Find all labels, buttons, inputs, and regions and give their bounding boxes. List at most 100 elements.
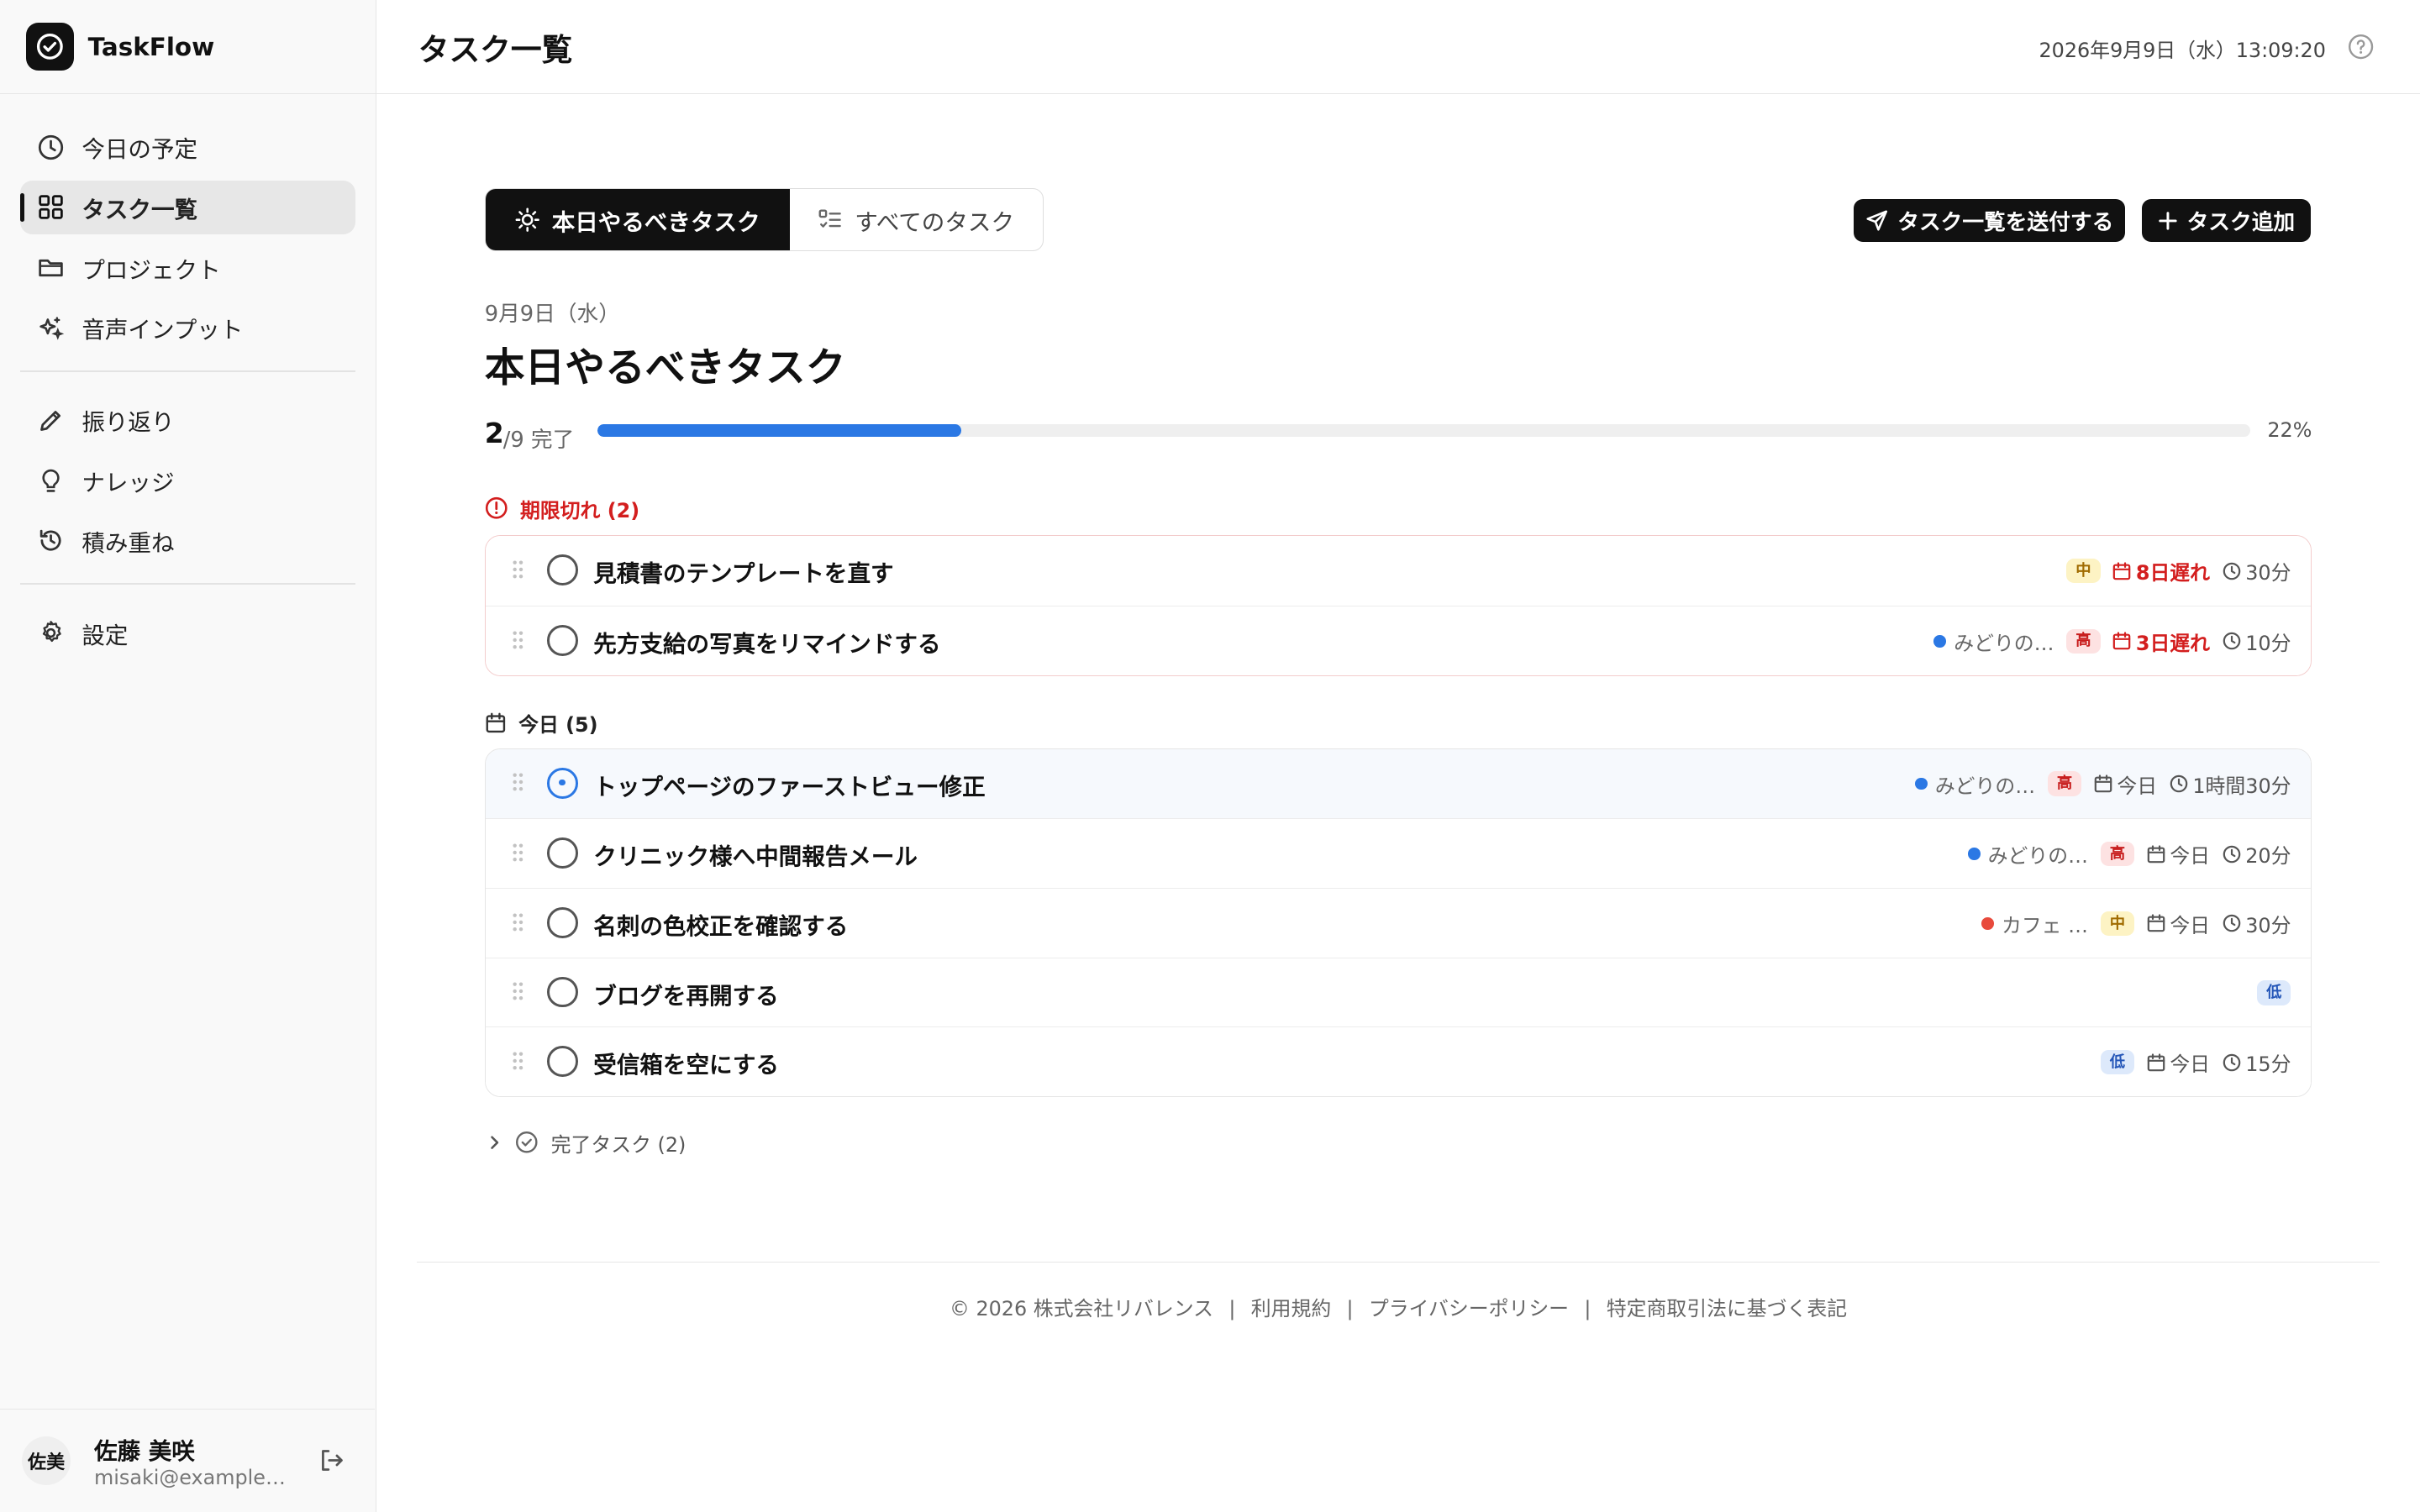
- sidebar-item-label: ナレッジ: [82, 470, 175, 497]
- sidebar-item-review[interactable]: 振り返り: [20, 393, 355, 447]
- calendar-icon: [486, 712, 505, 732]
- task-row[interactable]: 先方支給の写真をリマインドする みどりの… 高 3日遅れ 10分: [485, 605, 2312, 675]
- due-date: 今日: [2147, 909, 2210, 938]
- project-name: みどりの…: [1934, 774, 2036, 798]
- calendar-icon: [2113, 632, 2131, 650]
- commercial-law-link[interactable]: 特定商取引法に基づく表記: [1607, 1297, 1847, 1320]
- task-checkbox[interactable]: [547, 907, 578, 938]
- priority-badge: 高: [2100, 842, 2135, 867]
- priority-badge: 中: [2066, 558, 2101, 584]
- footer: © 2026 株式会社リバレンス | 利用規約 | プライバシーポリシー | 特定商取引法に…: [416, 1262, 2381, 1320]
- drag-handle-icon[interactable]: [512, 772, 524, 792]
- due-date: 8日遅れ: [2112, 556, 2210, 585]
- history-icon: [39, 529, 61, 551]
- footer-separator: |: [1584, 1297, 1591, 1321]
- task-checkbox[interactable]: [547, 554, 578, 586]
- avatar[interactable]: 佐美: [21, 1436, 71, 1486]
- completed-tasks-toggle[interactable]: 完了タスク (2): [487, 1128, 686, 1158]
- project-tag: みどりの…: [1933, 627, 2054, 656]
- task-checkbox[interactable]: [547, 976, 578, 1008]
- project-name: カフェ …: [2001, 913, 2088, 937]
- task-checkbox[interactable]: [547, 837, 578, 869]
- send-icon: [1866, 210, 1887, 231]
- project-color-dot: [1914, 777, 1928, 790]
- sidebar-item-label: プロジェクト: [82, 256, 221, 284]
- drag-handle-icon[interactable]: [512, 630, 524, 650]
- logout-icon[interactable]: [318, 1446, 345, 1474]
- task-title[interactable]: 名刺の色校正を確認する: [593, 907, 848, 941]
- progress-done-count: 2: [484, 416, 504, 449]
- sun-icon: [515, 207, 539, 232]
- page-title: タスク一覧: [418, 31, 573, 68]
- priority-badge: 低: [2100, 1049, 2135, 1075]
- task-row[interactable]: ブログを再開する 低: [485, 957, 2312, 1027]
- today-section-header: 今日 (5): [485, 708, 598, 738]
- divider: [19, 370, 356, 372]
- sidebar-item-label: 今日の予定: [82, 136, 198, 164]
- overdue-section-header: 期限切れ (2): [485, 494, 639, 523]
- brand[interactable]: TaskFlow: [0, 0, 376, 95]
- datetime: 2026年9月9日（水）13:09:20: [2039, 39, 2326, 63]
- sidebar-item-voice[interactable]: 音声インプット: [20, 301, 355, 354]
- task-checkbox[interactable]: [547, 624, 578, 656]
- drag-handle-icon[interactable]: [512, 559, 524, 580]
- lightbulb-icon: [42, 469, 60, 492]
- task-row[interactable]: 名刺の色校正を確認する カフェ … 中 今日 30分: [485, 888, 2312, 958]
- task-title[interactable]: 先方支給の写真をリマインドする: [593, 625, 940, 659]
- project-color-dot: [1967, 848, 1981, 861]
- task-row[interactable]: 見積書のテンプレートを直す 中 8日遅れ 30分: [485, 536, 2312, 606]
- project-tag: みどりの…: [1967, 839, 2088, 869]
- terms-link[interactable]: 利用規約: [1251, 1297, 1331, 1320]
- duration-label: 10分: [2245, 631, 2291, 655]
- privacy-link[interactable]: プライバシーポリシー: [1369, 1297, 1569, 1320]
- clock-icon: [2223, 562, 2241, 580]
- send-task-list-button[interactable]: タスク一覧を送付する: [1853, 198, 2126, 243]
- help-icon[interactable]: [2348, 34, 2374, 60]
- task-row[interactable]: クリニック様へ中間報告メール みどりの… 高 今日 20分: [485, 818, 2312, 889]
- project-name: みどりの…: [1954, 631, 2054, 655]
- drag-handle-icon[interactable]: [512, 912, 524, 932]
- sidebar-item-knowledge[interactable]: ナレッジ: [20, 454, 355, 507]
- section-title: 本日やるべきタスク: [484, 344, 846, 391]
- duration: 30分: [2223, 556, 2291, 585]
- tab-all-tasks[interactable]: すべてのタスク: [790, 189, 1043, 250]
- drag-handle-icon[interactable]: [512, 1051, 524, 1071]
- clock-icon: [39, 134, 64, 160]
- duration-label: 30分: [2245, 913, 2291, 937]
- duration-label: 20分: [2245, 844, 2291, 869]
- task-checkbox[interactable]: [547, 1046, 578, 1078]
- task-title[interactable]: トップページのファーストビュー修正: [593, 768, 985, 801]
- check-circle-icon: [516, 1131, 538, 1153]
- sidebar-item-label: タスク一覧: [82, 197, 198, 224]
- sidebar-item-settings[interactable]: 設定: [20, 606, 355, 660]
- drag-handle-icon[interactable]: [512, 843, 524, 863]
- sidebar-item-label: 積み重ね: [82, 529, 175, 557]
- task-title[interactable]: ブログを再開する: [593, 977, 778, 1011]
- sidebar-item-accumulation[interactable]: 積み重ね: [20, 514, 355, 568]
- section-date: 9月9日（水）: [484, 301, 620, 327]
- task-title[interactable]: クリニック様へ中間報告メール: [593, 837, 918, 871]
- drag-handle-icon[interactable]: [512, 981, 524, 1001]
- duration: 15分: [2223, 1047, 2291, 1077]
- task-checkbox[interactable]: [547, 767, 578, 799]
- sidebar-item-projects[interactable]: プロジェクト: [20, 241, 355, 295]
- due-label: 今日: [2170, 844, 2211, 869]
- task-title[interactable]: 見積書のテンプレートを直す: [593, 554, 893, 588]
- task-row[interactable]: トップページのファーストビュー修正 みどりの… 高 今日 1時間30分: [485, 748, 2312, 819]
- project-name: みどりの…: [1987, 844, 2088, 869]
- calendar-icon: [2147, 845, 2165, 864]
- calendar-icon: [2147, 1053, 2165, 1071]
- task-title[interactable]: 受信箱を空にする: [593, 1046, 779, 1079]
- clock-icon: [2223, 845, 2241, 864]
- duration: 30分: [2223, 909, 2291, 938]
- user-panel: 佐美 佐藤 美咲 misaki@example.com: [0, 1408, 376, 1512]
- check-circle-icon: [26, 23, 75, 71]
- task-row[interactable]: 受信箱を空にする 低 今日 15分: [485, 1026, 2312, 1096]
- sidebar-item-tasks[interactable]: タスク一覧: [19, 180, 356, 235]
- sidebar-nav: 今日の予定 タスク一覧 プロジェクト 音声インプット 振り返り ナレッジ 積み重…: [0, 94, 376, 660]
- tab-today-tasks[interactable]: 本日やるべきタスク: [485, 189, 790, 251]
- project-tag: カフェ …: [1981, 909, 2088, 938]
- plus-icon: [2158, 211, 2177, 230]
- sidebar-item-today[interactable]: 今日の予定: [20, 120, 355, 174]
- add-task-button[interactable]: タスク追加: [2142, 198, 2311, 243]
